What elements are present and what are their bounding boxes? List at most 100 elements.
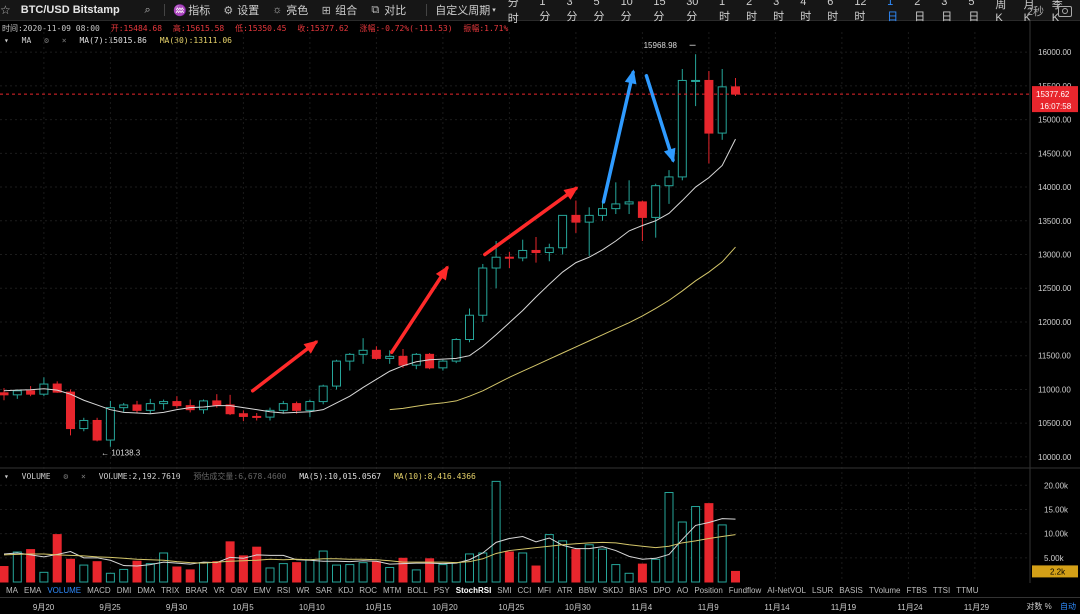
percent-toggle[interactable]: % xyxy=(1045,602,1052,611)
arrow-shaft xyxy=(644,73,675,162)
indicator-tab[interactable]: TVolume xyxy=(869,586,901,595)
combo-button[interactable]: ⊞ 组合 xyxy=(320,2,358,18)
indicator-tab[interactable]: StochRSI xyxy=(456,586,492,595)
candle-body xyxy=(66,391,75,430)
candle-body xyxy=(371,349,381,359)
candle-body xyxy=(398,355,408,366)
indicator-tab[interactable]: SMI xyxy=(497,586,511,595)
indicator-tab[interactable]: SAR xyxy=(316,586,332,595)
date-tick-label: 10月30 xyxy=(564,603,591,612)
indicator-tab[interactable]: ATR xyxy=(557,586,572,595)
candle-body xyxy=(305,401,315,411)
indicator-tab[interactable]: TTMU xyxy=(956,586,978,595)
arrow-head xyxy=(624,69,637,85)
indicators-icon: ♒ xyxy=(173,4,187,17)
custom-period-label: 自定义周期 xyxy=(435,5,491,17)
search-icon[interactable]: ⌕ xyxy=(142,4,154,17)
indicator-tab[interactable]: MA xyxy=(6,586,18,595)
indicator-tab[interactable]: VR xyxy=(214,586,225,595)
date-tick-label: 11月19 xyxy=(830,603,857,612)
indicator-tab[interactable]: RSI xyxy=(277,586,290,595)
volume-bar xyxy=(637,563,647,583)
volume-tick-label: 5.00k xyxy=(1044,554,1065,563)
star-icon[interactable]: ☆ xyxy=(0,3,11,17)
candle-body xyxy=(504,256,514,259)
symbol-selector[interactable]: ☆ BTC/USD Bitstamp xyxy=(0,3,130,17)
indicator-tab[interactable]: TRIX xyxy=(161,586,179,595)
volume-bar xyxy=(92,561,102,583)
indicator-tab[interactable]: Fundflow xyxy=(729,586,761,595)
log-scale-toggle[interactable]: 对数 xyxy=(1026,602,1042,611)
candle-body xyxy=(478,267,488,316)
indicator-tabs: MA EMA VOLUME MACD DMI DMA TRIX BRAR VR OBV EMV RSI… xyxy=(0,583,1080,597)
settings-button[interactable]: ⚙ 设置 xyxy=(222,2,259,18)
indicator-tab[interactable]: MTM xyxy=(383,586,401,595)
volume-tick-label: 15.00k xyxy=(1044,505,1069,514)
candle-body xyxy=(26,390,36,395)
indicator-tab[interactable]: OBV xyxy=(231,586,248,595)
auto-scale-toggle[interactable]: 自动 xyxy=(1060,602,1076,611)
indicator-tab[interactable]: DPO xyxy=(653,586,670,595)
indicator-tab[interactable]: BIAS xyxy=(629,586,647,595)
volume-bar xyxy=(105,572,115,583)
combo-label: 组合 xyxy=(335,5,358,17)
custom-period-button[interactable]: 自定义周期 ▾ xyxy=(435,2,496,18)
indicator-tab[interactable]: DMI xyxy=(117,586,132,595)
indicator-tab[interactable]: ROC xyxy=(359,586,377,595)
indicator-tab[interactable]: SKDJ xyxy=(603,586,623,595)
candle-body xyxy=(465,314,474,341)
indicator-tab[interactable]: BRAR xyxy=(185,586,207,595)
indicator-tab[interactable]: MACD xyxy=(87,586,111,595)
indicator-tab[interactable]: LSUR xyxy=(812,586,833,595)
price-tick-label: 11500.00 xyxy=(1038,352,1071,361)
indicator-tab[interactable]: MFI xyxy=(537,586,551,595)
indicator-tab[interactable]: AO xyxy=(677,586,689,595)
indicator-tab[interactable]: TTSI xyxy=(933,586,950,595)
indicator-tab[interactable]: KDJ xyxy=(338,586,353,595)
indicator-tab[interactable]: EMV xyxy=(254,586,271,595)
candle-body xyxy=(278,403,288,411)
price-tick-label: 10500.00 xyxy=(1038,419,1072,428)
indicator-tab[interactable]: DMA xyxy=(137,586,155,595)
indicator-tab[interactable]: CCI xyxy=(518,586,532,595)
indicator-tab[interactable]: Position xyxy=(694,586,722,595)
date-tick-label: 11月9 xyxy=(697,603,719,612)
volume-bar xyxy=(238,555,248,583)
indicator-tab[interactable]: WR xyxy=(296,586,309,595)
volume-bar xyxy=(611,564,621,583)
indicator-tab[interactable]: BOLL xyxy=(407,586,427,595)
price-tick-label: 13500.00 xyxy=(1038,217,1072,226)
indicator-tab[interactable]: VOLUME xyxy=(47,586,81,595)
price-chart[interactable]: 10000.00 10500.00 11000.00 11500.00 12000.00… xyxy=(0,20,1080,583)
indicator-tab[interactable]: PSY xyxy=(434,586,450,595)
volume-bar xyxy=(385,566,395,583)
ma7-line xyxy=(3,138,736,415)
volume-bar xyxy=(531,565,541,583)
indicators-button[interactable]: ♒ 指标 xyxy=(173,2,210,18)
candle-body xyxy=(598,208,607,216)
date-tick-label: 10月25 xyxy=(498,603,525,612)
indicator-tab[interactable]: EMA xyxy=(24,586,41,595)
indicator-tab[interactable]: BASIS xyxy=(839,586,863,595)
indicator-tab[interactable]: BBW xyxy=(579,586,597,595)
compare-button[interactable]: ⧉ 对比 xyxy=(369,2,406,18)
countdown-label: 16:07:58 xyxy=(1040,102,1072,111)
volume-bar xyxy=(278,563,288,583)
refresh-interval[interactable]: 2秒 xyxy=(1027,3,1044,19)
candle-body xyxy=(0,392,9,396)
indicator-tab[interactable]: FTBS xyxy=(906,586,926,595)
arrow-shaft xyxy=(250,340,318,393)
candle-body xyxy=(238,413,248,417)
indicator-tab[interactable]: AI-NetVOL xyxy=(767,586,806,595)
date-tick-label: 9月25 xyxy=(99,603,121,612)
candle-body xyxy=(651,185,661,218)
low-annotation: ← 10138.3 xyxy=(101,449,141,458)
volume-bar xyxy=(332,564,341,583)
compare-icon: ⧉ xyxy=(371,3,380,16)
volume-bar xyxy=(651,558,661,583)
brightness-button[interactable]: ☼ 亮色 xyxy=(271,2,308,18)
date-tick-label: 10月5 xyxy=(232,603,254,612)
volume-bar xyxy=(571,549,581,583)
volume-bar xyxy=(159,552,169,583)
camera-icon[interactable] xyxy=(1058,5,1072,17)
